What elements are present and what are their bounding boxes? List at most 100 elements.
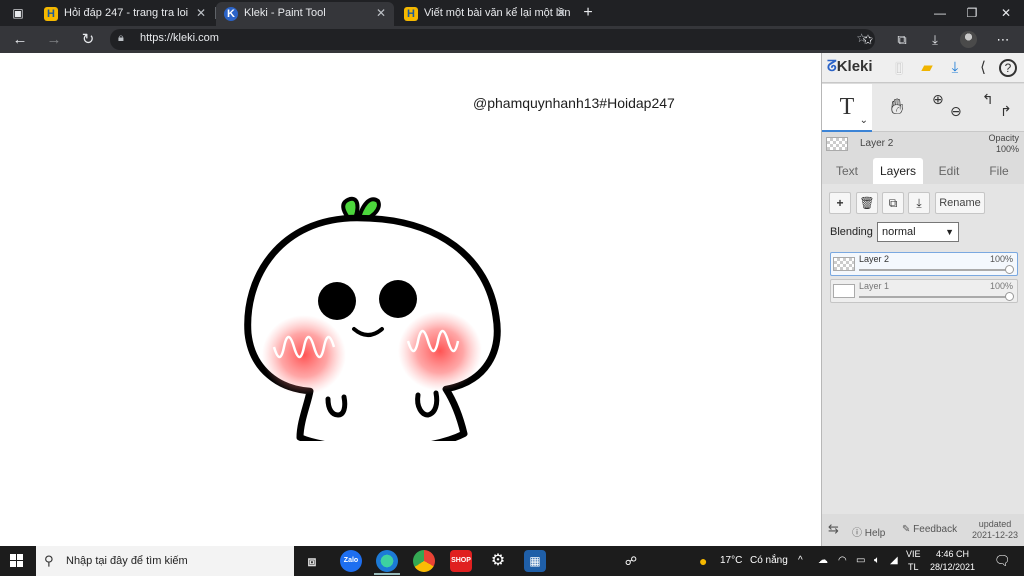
text-tool-button[interactable]: T ⌄ [822,84,872,132]
taskbar-search-box[interactable]: ⚲ Nhập tại đây để tìm kiếm [36,546,294,576]
lang-layout: TL [908,562,919,572]
minimize-icon[interactable]: — [924,0,956,26]
new-tab-button[interactable]: + [572,0,604,26]
refresh-icon[interactable]: ↻ [74,26,102,53]
forward-arrow-icon[interactable]: → [40,26,68,53]
drawing-canvas[interactable]: @phamquynhanh13#Hoidap247 [0,53,821,546]
search-icon: ⚲ [44,553,54,568]
favorites-icon[interactable]: ✩ [855,26,881,53]
redo-icon[interactable]: ↱ [1000,88,1012,134]
help-link[interactable]: ⓘ Help [852,524,885,539]
language-indicator[interactable]: VIE TL [906,548,921,574]
tab-edit[interactable]: Edit [924,158,974,184]
taskbar-clock[interactable]: 4:46 CH 28/12/2021 [930,548,975,574]
layer-row[interactable]: Layer 2 100% [830,252,1018,276]
wifi-icon[interactable]: ◠ [838,546,847,576]
hand-tool-button[interactable]: ✋︎ [872,84,922,132]
collections-icon[interactable]: ⧉ [889,26,915,53]
updated-label: updated [978,519,1012,529]
edge-browser-icon[interactable] [376,550,398,572]
zoom-out-icon[interactable]: ⊖ [950,88,962,134]
hoidap-favicon-icon: H [44,7,58,21]
panel-footer: ⇆ ⓘ Help ✎ Feedback updated 2021-12-23 [822,516,1024,546]
notification-icon[interactable]: 🗨︎ [994,546,1011,576]
clock-date: 28/12/2021 [930,562,976,572]
layer-opacity-slider[interactable] [859,265,1014,274]
calculator-icon[interactable]: ▦ [524,550,546,572]
volume-icon[interactable]: 🔈︎ [874,546,880,576]
chrome-browser-icon[interactable] [413,550,435,572]
zoom-in-icon[interactable]: ⊕ [932,76,944,122]
blending-select[interactable]: normal ▼ [877,222,959,242]
kleki-logo[interactable]: ᘔKleki [827,58,873,75]
help-icon: ⓘ [852,528,862,539]
close-window-icon[interactable]: ✕ [990,0,1022,26]
zalo-app-icon[interactable]: Zalo [340,550,362,572]
tab-layers[interactable]: Layers [873,158,923,184]
restore-icon[interactable]: ❐ [956,0,988,26]
updated-info[interactable]: updated 2021-12-23 [972,519,1018,541]
weather-temp[interactable]: 17°C [720,546,742,576]
tab-title: Viết một bài văn kể lại một lần e [424,7,574,19]
lock-icon: 🔒︎ [118,32,124,44]
layer-thumbnail [833,257,855,271]
tab-viet-bai-van[interactable]: H Viết một bài văn kể lại một lần e ✕ [396,2,574,26]
downloads-icon[interactable]: ⤓ [922,26,948,53]
layer-name: Layer 1 [859,281,890,291]
layer-opacity-slider[interactable] [859,292,1014,301]
plus-icon: + [836,196,844,210]
undo-icon[interactable]: ↰ [982,76,994,122]
close-icon[interactable]: ✕ [376,2,386,24]
updated-date: 2021-12-23 [972,530,1019,540]
tab-text[interactable]: Text [822,158,872,184]
profile-avatar[interactable] [960,31,977,48]
new-image-icon[interactable]: ▯ [888,57,910,79]
settings-gear-icon[interactable]: ⚙ [487,550,509,572]
cloud-icon[interactable]: ☁ [818,546,828,576]
add-layer-button[interactable]: + [829,192,851,214]
left-eye [318,282,356,320]
task-view-icon[interactable]: ⧈ [301,550,323,572]
people-icon[interactable]: ☍ [620,550,642,572]
slider-knob[interactable] [1005,265,1014,274]
tab-hoidap[interactable]: H Hỏi đáp 247 - trang tra loi ✕ [36,2,214,26]
duplicate-layer-button[interactable]: ⧉ [882,192,904,214]
url-text: https://kleki.com [140,32,219,44]
tab-file[interactable]: File [974,158,1024,184]
help-question-icon[interactable]: ? [999,59,1017,77]
right-blush [398,311,482,391]
layer-name: Layer 2 [859,254,890,264]
tab-kleki[interactable]: K Kleki - Paint Tool ✕ [216,2,394,26]
kleki-logo-icon: ᘔ [827,58,837,75]
weather-text[interactable]: Có nắng [750,546,788,576]
back-arrow-icon[interactable]: ← [6,26,34,53]
tray-chevron-up-icon[interactable]: ^ [798,546,803,576]
mochi-character-drawing [244,196,501,441]
swap-sides-icon[interactable]: ⇆ [828,521,839,537]
network-icon[interactable]: ◢ [890,546,898,576]
rename-button[interactable]: Rename [935,192,985,214]
slider-knob[interactable] [1005,292,1014,301]
blending-label: Blending [830,226,873,238]
layer-opacity: 100% [989,254,1013,264]
help-label: Help [864,528,886,539]
weather-sun-icon[interactable]: ● [699,546,707,576]
windows-start-icon[interactable] [10,554,24,568]
download-icon[interactable]: ⤓ [944,57,966,79]
feedback-link[interactable]: ✎ Feedback [902,524,957,535]
merge-layer-button[interactable]: ⤓ [908,192,930,214]
address-bar[interactable]: 🔒︎ https://kleki.com ☆ [110,29,875,50]
kleki-favicon-icon: K [224,7,238,21]
shopee-app-icon[interactable]: SHOP [450,550,472,572]
delete-layer-button[interactable]: 🗑︎ [856,192,878,214]
layer-row[interactable]: Layer 1 100% [830,279,1018,303]
browser-toolbar: ← → ↻ 🔒︎ https://kleki.com ☆ ✩ ⧉ ⤓ ⋯ [0,26,1024,53]
current-layer-opacity[interactable]: Opacity 100% [988,133,1019,155]
battery-icon[interactable]: ▭ [856,546,865,576]
layer-thumbnail [833,284,855,298]
active-app-indicator [374,573,400,575]
more-menu-icon[interactable]: ⋯ [990,26,1016,53]
tab-actions-icon[interactable]: ▣ [2,0,34,26]
close-icon[interactable]: ✕ [556,2,566,24]
close-icon[interactable]: ✕ [196,2,206,24]
